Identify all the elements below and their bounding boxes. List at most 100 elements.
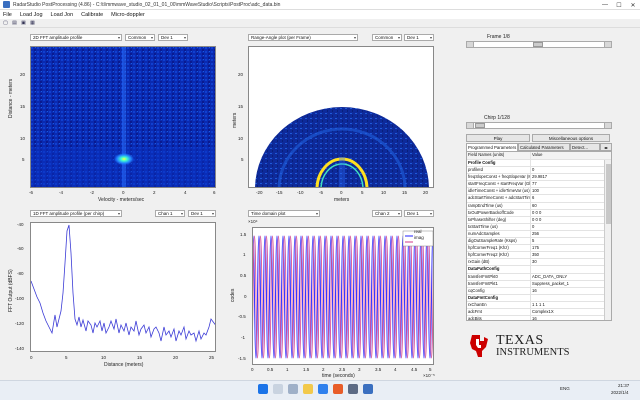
- save-icon[interactable]: ▣: [20, 20, 27, 27]
- time-domain-chan-select[interactable]: Chan 2: [372, 210, 402, 217]
- table-row[interactable]: hpfCornerFreq1 (Khz) 175: [467, 245, 611, 253]
- table-row[interactable]: digOutSampleRate (Ksps) 5: [467, 238, 611, 246]
- field-value: [531, 295, 587, 301]
- range-fft-dev-select[interactable]: Dev 1: [188, 210, 216, 217]
- time-domain-ytick: -1: [241, 335, 246, 340]
- table-row[interactable]: rampEndTime (us) 60: [467, 202, 611, 210]
- table-row[interactable]: profileId 0: [467, 167, 611, 175]
- frame-slider[interactable]: [466, 41, 612, 48]
- table-row[interactable]: idleTimeConst + idleTimeVar (us) 100: [467, 188, 611, 196]
- table-row[interactable]: freqSlopeConst + freqSlopeVar (Mhz/us)29…: [467, 174, 611, 182]
- new-icon[interactable]: ▢: [2, 20, 9, 27]
- table-scrollbar-thumb[interactable]: [606, 164, 611, 224]
- chirp-slider-thumb[interactable]: [475, 123, 485, 128]
- range-fft-xtick: 10: [101, 355, 107, 360]
- field-name: startFreqConst + startFreqVar (Ghz): [468, 181, 531, 188]
- table-row[interactable]: startFreqConst + startFreqVar (Ghz) 77: [467, 181, 611, 189]
- range-angle-common-select[interactable]: Common: [372, 34, 402, 41]
- column-header-field[interactable]: Field Names (units): [467, 152, 531, 159]
- time-domain-select[interactable]: Time domain plot: [248, 210, 320, 217]
- edge-icon[interactable]: [318, 384, 328, 394]
- time-domain-ytick: -1.5: [238, 356, 246, 361]
- doppler-dev-select[interactable]: Dev 1: [158, 34, 188, 41]
- chirp-slider[interactable]: [466, 122, 612, 129]
- table-section-row[interactable]: DataPathConfig: [467, 266, 611, 274]
- clock-time[interactable]: 21:37: [618, 383, 629, 388]
- open-icon[interactable]: ▤: [11, 20, 18, 27]
- search-icon[interactable]: [273, 384, 283, 394]
- table-section-row[interactable]: DataFmtConfig: [467, 294, 611, 302]
- table-row[interactable]: txOutPowerBackoffCode 0 0 0: [467, 209, 611, 217]
- table-row[interactable]: adcStartTimeConst + adcStartTimeVar (us)…: [467, 195, 611, 203]
- start-icon[interactable]: [258, 384, 268, 394]
- app-icon-2[interactable]: [348, 384, 358, 394]
- language-indicator[interactable]: ENG: [560, 386, 570, 391]
- legend-imag-label: imag: [414, 235, 424, 240]
- frame-label: Frame 1/8: [487, 34, 510, 40]
- task-view-icon[interactable]: [288, 384, 298, 394]
- menu-calibrate[interactable]: Calibrate: [81, 12, 103, 18]
- close-icon[interactable]: ✕: [626, 0, 640, 10]
- table-row[interactable]: numAdcSamples 256: [467, 230, 611, 239]
- doppler-ytick: 15: [20, 104, 26, 109]
- time-domain-xtick: 2.5: [339, 367, 346, 372]
- table-row[interactable]: rxChanEn 1 1 1 1: [467, 301, 611, 309]
- frame-slider-thumb[interactable]: [533, 42, 543, 47]
- range-fft-chan-select[interactable]: Chan 1: [155, 210, 185, 217]
- tab-scroll-icon[interactable]: ◂▸: [600, 143, 612, 151]
- tab-calculated-parameters[interactable]: Calculated Parameters: [518, 143, 570, 151]
- field-value: [531, 266, 587, 272]
- table-row[interactable]: txPhaseShifter (deg) 0 0 0: [467, 216, 611, 224]
- table-row[interactable]: adcBits 16: [467, 316, 611, 320]
- menu-load-jog[interactable]: Load Jog: [20, 12, 43, 18]
- table-row[interactable]: adcFmt Complex1X: [467, 308, 611, 317]
- time-domain-svg: [253, 228, 433, 364]
- field-value: 100: [532, 188, 539, 194]
- menu-load-jon[interactable]: Load Jon: [51, 12, 74, 18]
- table-scrollbar[interactable]: [604, 160, 611, 320]
- play-button[interactable]: Play: [466, 134, 530, 142]
- table-row[interactable]: txStartTime (us) 0: [467, 223, 611, 231]
- chirp-slider-right-arrow[interactable]: [604, 123, 611, 128]
- table-row[interactable]: cqConfig 16: [467, 287, 611, 295]
- print-icon[interactable]: ▦: [29, 20, 36, 27]
- range-angle-select[interactable]: Range-Angle plot (per Frame): [248, 34, 358, 41]
- file-explorer-icon[interactable]: [303, 384, 313, 394]
- menu-micro-doppler[interactable]: Micro-doppler: [111, 12, 145, 18]
- tab-detect[interactable]: Detect...: [570, 143, 600, 151]
- time-domain-ylabel: codes: [230, 288, 236, 302]
- table-row[interactable]: rxGain (dB) 30: [467, 259, 611, 267]
- frame-slider-right-arrow[interactable]: [604, 42, 611, 47]
- chrome-icon[interactable]: [333, 384, 343, 394]
- minimize-icon[interactable]: —: [598, 0, 612, 10]
- range-angle-ytick: 15: [238, 104, 244, 109]
- table-row[interactable]: transferFmtPkt1 Suppress_packet_1: [467, 280, 611, 288]
- range-angle-ytick: 10: [238, 136, 244, 141]
- maximize-icon[interactable]: ☐: [612, 0, 626, 10]
- ti-logo-line2: INSTRUMENTS: [496, 347, 570, 358]
- field-name: hpfCornerFreq1 (Khz): [467, 245, 531, 252]
- field-value: 16: [532, 287, 537, 293]
- time-domain-plot: [252, 227, 434, 365]
- doppler-common-select[interactable]: Common: [125, 34, 155, 41]
- range-angle-dev-select[interactable]: Dev 1: [404, 34, 434, 41]
- tab-programmed-parameters[interactable]: Programmed Parameters: [466, 143, 518, 151]
- field-value: 175: [532, 245, 539, 251]
- table-row[interactable]: hpfCornerFreq2 (Khz) 350: [467, 252, 611, 260]
- range-angle-xtick: -15: [276, 190, 283, 195]
- ti-logo: TEXAS INSTRUMENTS: [468, 330, 608, 362]
- radarstudio-taskbar-icon[interactable]: [363, 384, 373, 394]
- menu-file[interactable]: File: [3, 12, 12, 18]
- time-domain-dev-select[interactable]: Dev 1: [404, 210, 434, 217]
- misc-options-button[interactable]: Miscellaneous options: [532, 134, 610, 142]
- chirp-slider-left-arrow[interactable]: [467, 123, 474, 128]
- range-fft-xtick: 15: [137, 355, 143, 360]
- range-fft-select[interactable]: 1D FFT amplitude profile (per chirp): [30, 210, 122, 217]
- table-section-row[interactable]: Profile Config: [467, 160, 611, 168]
- doppler-plot-select[interactable]: 2D FFT amplitude profile: [30, 34, 122, 41]
- range-angle-xtick: -20: [256, 190, 263, 195]
- column-header-value[interactable]: Value: [531, 152, 587, 159]
- clock-date[interactable]: 2022/1/4: [611, 390, 629, 395]
- table-row[interactable]: transferFmtPkt0 ADC_DATA_ONLY: [467, 273, 611, 281]
- frame-slider-left-arrow[interactable]: [467, 42, 474, 47]
